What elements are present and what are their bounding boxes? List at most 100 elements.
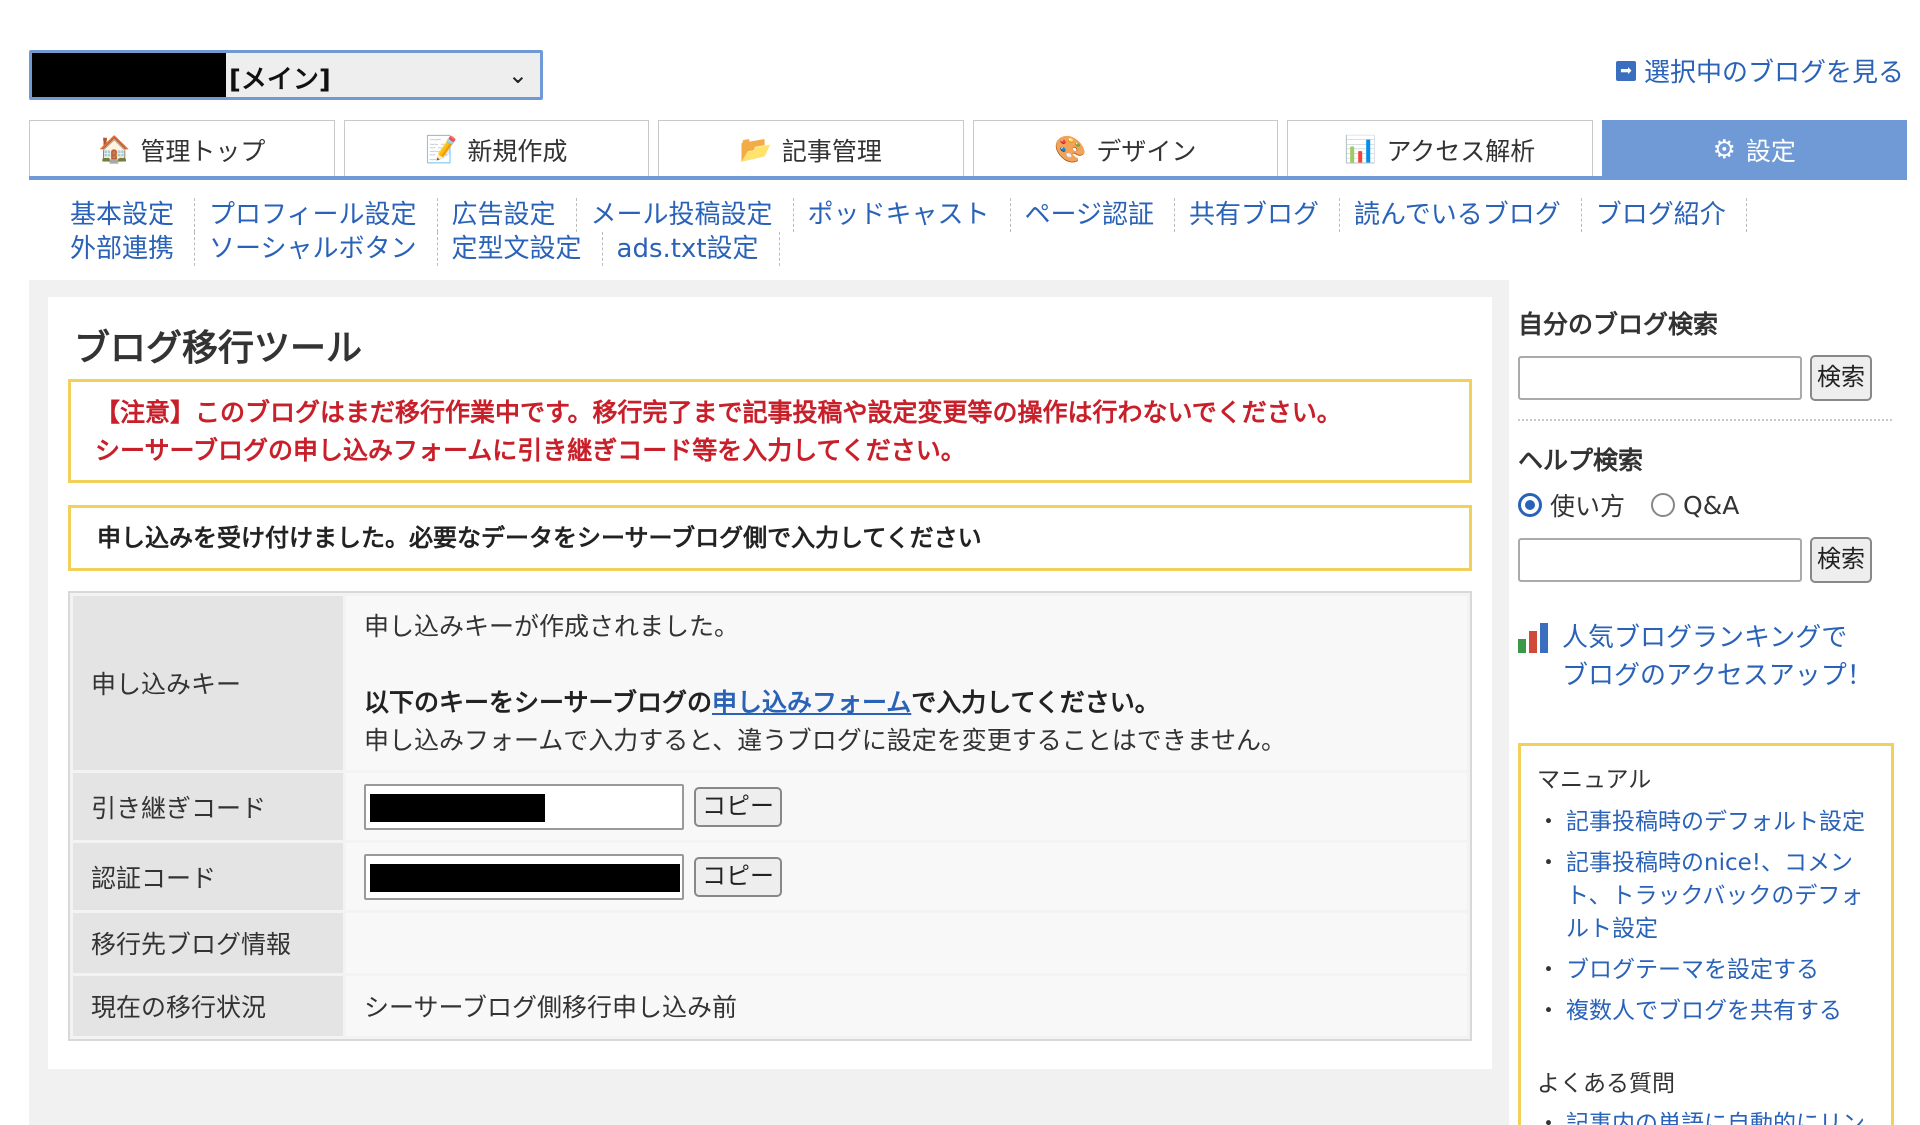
bar-chart-icon: 📊 [1344,134,1377,165]
subnav-template-settings[interactable]: 定型文設定 [438,232,603,266]
radio-qa[interactable]: Q&A [1651,491,1739,520]
table-row: 申し込みキー 申し込みキーが作成されました。 以下のキーをシーサーブログの申し込… [73,596,1467,770]
arrow-right-icon: ➡ [1615,60,1636,81]
subnav-podcast[interactable]: ポッドキャスト [794,198,1011,232]
subnav-social-buttons[interactable]: ソーシャルボタン [195,232,438,266]
row-label-destination-blog: 移行先ブログ情報 [73,913,343,973]
subnav-page-auth[interactable]: ページ認証 [1011,198,1176,232]
manual-box: マニュアル ・記事投稿時のデフォルト設定 ・記事投稿時のnice!、コメント、ト… [1518,743,1894,1125]
subnav-shared-blog[interactable]: 共有ブログ [1175,198,1341,232]
handover-code-cell: コピー [346,773,1467,840]
key-instruction: 以下のキーをシーサーブログの申し込みフォームで入力してください。 [364,688,1160,717]
copy-auth-code-button[interactable]: コピー [694,856,782,897]
tab-label: アクセス解析 [1386,136,1536,166]
table-row: 認証コード コピー [73,843,1467,910]
subnav-ads-txt-settings[interactable]: ads.txt設定 [603,232,780,266]
help-search-radios: 使い方 Q&A [1518,487,1898,523]
subnav-basic-settings[interactable]: 基本設定 [56,198,196,232]
migration-table: 申し込みキー 申し込みキーが作成されました。 以下のキーをシーサーブログの申し込… [68,591,1472,1041]
auth-code-cell: コピー [346,843,1467,910]
sidebar: 自分のブログ検索 検索 ヘルプ検索 使い方 Q&A 検索 人気ブログランキングで… [1518,297,1898,1125]
migration-status-value: シーサーブログ側移行申し込み前 [346,976,1467,1036]
auth-code-field[interactable] [364,853,684,900]
main-tabs: 🏠 管理トップ 📝 新規作成 📂 記事管理 🎨 デザイン 📊 アクセス解析 ⚙ … [29,120,1907,178]
view-blog-label: 選択中のブログを見る [1643,58,1904,88]
gear-icon: ⚙ [1712,134,1736,165]
tab-design[interactable]: 🎨 デザイン [972,120,1278,178]
settings-subnav: 基本設定 プロフィール設定 広告設定 メール投稿設定 ポッドキャスト ページ認証… [56,198,1776,266]
pencil-icon: 📝 [425,134,458,165]
subnav-profile-settings[interactable]: プロフィール設定 [195,198,438,232]
help-search: 検索 [1518,537,1898,583]
ranking-link[interactable]: 人気ブログランキングで ブログのアクセスアップ！ [1518,619,1898,695]
radio-checked-icon [1518,493,1542,517]
warning-line-2: シーサーブログの申し込みフォームに引き継ぎコード等を入力してください。 [95,436,966,465]
subnav-ad-settings[interactable]: 広告設定 [438,198,577,232]
palette-icon: 🎨 [1054,134,1087,165]
manual-link[interactable]: ・記事投稿時のnice!、コメント、トラックバックのデフォルト設定 [1537,847,1875,946]
manual-link[interactable]: ・ブログテーマを設定する [1537,954,1875,987]
faq-link[interactable]: ・記事内の単語に自動的にリン [1537,1108,1875,1125]
divider [1518,419,1892,421]
home-icon: 🏠 [98,134,131,165]
own-blog-search-title: 自分のブログ検索 [1518,310,1719,339]
view-blog-link[interactable]: ➡ 選択中のブログを見る [1615,52,1904,89]
warning-notice: 【注意】このブログはまだ移行作業中です。移行完了まで記事投稿や設定変更等の操作は… [68,379,1472,483]
folder-icon: 📂 [739,134,772,165]
apply-form-link[interactable]: 申し込みフォーム [712,688,911,717]
row-label-handover-code: 引き継ぎコード [73,773,343,840]
blog-select-dropdown[interactable]: [メイン] ⌄ [29,50,543,100]
subnav-blog-intro[interactable]: ブログ紹介 [1582,198,1747,232]
subnav-external-link[interactable]: 外部連携 [56,232,196,266]
subnav-row: 外部連携 ソーシャルボタン 定型文設定 ads.txt設定 [56,232,1776,266]
faq-title: よくある質問 [1537,1071,1675,1097]
row-label-apply-key: 申し込みキー [73,596,343,770]
ranking-chart-icon [1518,623,1552,653]
tab-admin-top[interactable]: 🏠 管理トップ [29,120,335,178]
blog-select-label: [メイン] [229,65,331,95]
page-title: ブログ移行ツール [74,328,363,369]
manual-link[interactable]: ・記事投稿時のデフォルト設定 [1537,806,1875,839]
subnav-mail-post-settings[interactable]: メール投稿設定 [577,198,794,232]
table-row: 現在の移行状況 シーサーブログ側移行申し込み前 [73,976,1467,1036]
handover-code-field[interactable] [364,783,684,830]
apply-key-cell: 申し込みキーが作成されました。 以下のキーをシーサーブログの申し込みフォームで入… [346,596,1467,770]
tab-settings[interactable]: ⚙ 設定 [1601,120,1907,178]
manual-link[interactable]: ・複数人でブログを共有する [1537,995,1875,1028]
tab-access-analysis[interactable]: 📊 アクセス解析 [1287,120,1593,178]
manual-title: マニュアル [1537,767,1652,793]
help-search-input[interactable] [1518,538,1802,582]
warning-line-1: 【注意】このブログはまだ移行作業中です。移行完了まで記事投稿や設定変更等の操作は… [95,398,1342,427]
info-notice: 申し込みを受け付けました。必要なデータをシーサーブログ側で入力してください [68,505,1472,571]
key-caution-text: 申し込みフォームで入力すると、違うブログに設定を変更することはできません。 [364,726,1287,755]
own-blog-search: 検索 [1518,355,1898,401]
main-panel: ブログ移行ツール 【注意】このブログはまだ移行作業中です。移行完了まで記事投稿や… [48,297,1492,1069]
key-created-text: 申し込みキーが作成されました。 [364,612,740,641]
redacted-auth-code [370,863,680,892]
tab-article-manage[interactable]: 📂 記事管理 [658,120,964,178]
row-label-auth-code: 認証コード [73,843,343,910]
radio-unchecked-icon [1651,493,1676,517]
destination-blog-cell [346,913,1467,973]
tab-label: 新規作成 [467,136,568,166]
row-label-migration-status: 現在の移行状況 [73,976,343,1036]
subnav-reading-blogs[interactable]: 読んでいるブログ [1340,198,1582,232]
redacted-blog-name [32,53,226,97]
help-search-title: ヘルプ検索 [1518,446,1644,475]
own-blog-search-input[interactable] [1518,356,1802,400]
help-search-button[interactable]: 検索 [1810,537,1872,583]
table-row: 移行先ブログ情報 [73,913,1467,973]
tab-label: デザイン [1096,136,1197,166]
radio-usage[interactable]: 使い方 [1518,487,1625,523]
copy-handover-code-button[interactable]: コピー [694,786,782,827]
own-blog-search-button[interactable]: 検索 [1810,355,1872,401]
tab-label: 管理トップ [140,136,266,166]
tab-label: 設定 [1745,136,1796,166]
ranking-text: 人気ブログランキングで ブログのアクセスアップ！ [1562,623,1873,691]
redacted-handover-code [370,793,545,822]
subnav-row: 基本設定 プロフィール設定 広告設定 メール投稿設定 ポッドキャスト ページ認証… [56,198,1776,232]
tab-new-post[interactable]: 📝 新規作成 [343,120,649,178]
tab-underline [29,176,1907,180]
table-row: 引き継ぎコード コピー [73,773,1467,840]
tab-label: 記事管理 [781,136,882,166]
